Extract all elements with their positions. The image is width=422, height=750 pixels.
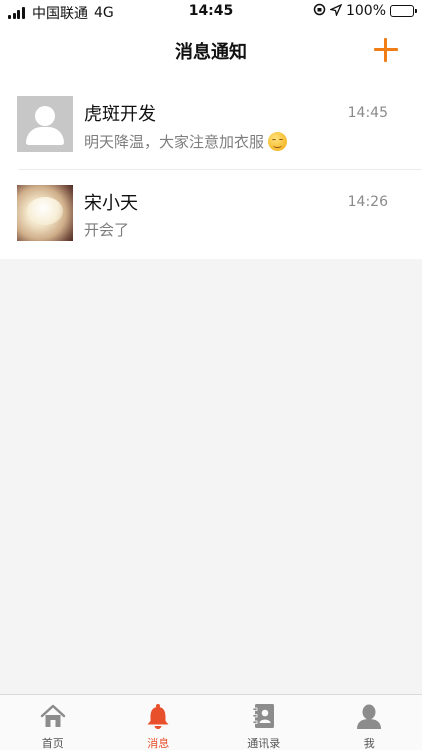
contacts-book-icon: [250, 702, 278, 730]
photo-avatar: [17, 185, 73, 241]
message-time: 14:26: [347, 194, 388, 210]
user-icon: [355, 702, 383, 730]
tab-messages[interactable]: 消息: [106, 695, 212, 750]
tab-bar: 首页 消息 通讯录 我: [0, 694, 422, 750]
status-right: 100%: [313, 3, 417, 19]
tab-contacts[interactable]: 通讯录: [211, 695, 317, 750]
message-item[interactable]: 虎斑开发 14:45 明天降温，大家注意加衣服: [0, 78, 422, 170]
message-preview-text: 明天降温，大家注意加衣服: [84, 133, 265, 151]
tab-me[interactable]: 我: [317, 695, 422, 750]
message-time: 14:45: [347, 105, 388, 121]
orientation-lock-icon: [313, 3, 326, 19]
message-sender-name: 宋小天: [84, 193, 138, 214]
relieved-face-emoji: [268, 132, 288, 151]
status-bar: 中国联通 4G 14:45 100%: [0, 0, 422, 24]
page-title: 消息通知: [175, 42, 247, 63]
tab-label: 消息: [147, 737, 170, 750]
battery-icon: [390, 5, 417, 17]
battery-percent: 100%: [345, 3, 386, 19]
add-button[interactable]: [372, 36, 400, 64]
tab-label: 我: [363, 737, 375, 750]
tab-label: 通讯录: [247, 737, 281, 750]
message-preview-text: 开会了: [84, 221, 130, 239]
bell-icon: [144, 702, 172, 730]
message-item[interactable]: 宋小天 14:26 开会了: [0, 170, 422, 259]
message-preview: 明天降温，大家注意加衣服: [84, 131, 288, 152]
message-list: 虎斑开发 14:45 明天降温，大家注意加衣服 宋小天 14:26 开会了: [0, 78, 422, 259]
tab-label: 首页: [41, 737, 64, 750]
default-user-avatar: [17, 96, 73, 152]
tab-home[interactable]: 首页: [0, 695, 106, 750]
navigation-bar: 消息通知: [0, 24, 422, 78]
message-sender-name: 虎斑开发: [84, 104, 156, 125]
home-icon: [39, 702, 67, 730]
message-preview: 开会了: [84, 219, 129, 240]
location-arrow-icon: [328, 3, 343, 19]
